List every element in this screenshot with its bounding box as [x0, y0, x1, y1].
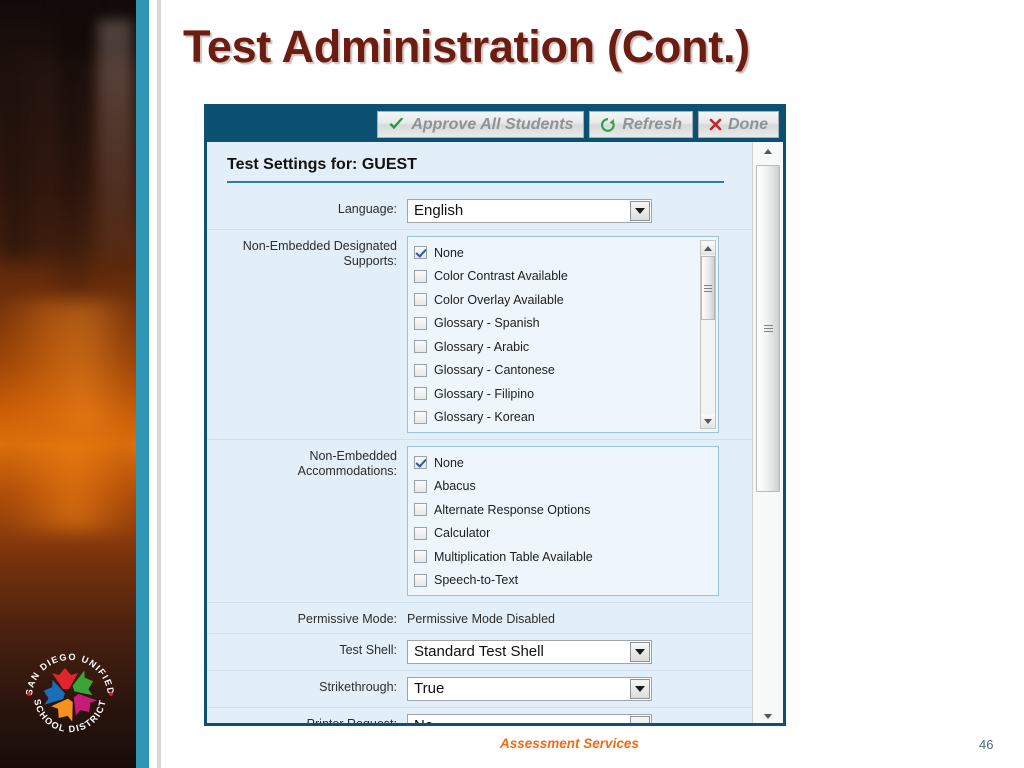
checkbox[interactable] [414, 363, 427, 377]
chevron-down-icon[interactable] [630, 642, 650, 662]
designated-supports-list[interactable]: None Color Contrast Available Color Over… [407, 236, 719, 433]
refresh-label: Refresh [622, 115, 682, 133]
designated-supports-scrollbar[interactable] [700, 240, 716, 429]
list-item[interactable]: Multiplication Table Available [414, 545, 718, 569]
page-number: 46 [979, 737, 994, 752]
list-item[interactable]: Color Overlay Available [414, 288, 696, 312]
settings-heading: Test Settings for: GUEST [227, 156, 724, 183]
settings-form: Test Settings for: GUEST Language: Engli… [207, 142, 752, 726]
scroll-down-arrow-icon[interactable] [701, 414, 715, 428]
close-x-icon [709, 118, 722, 131]
background-pale-column [98, 20, 132, 270]
strikethrough-select[interactable]: True [407, 677, 652, 701]
approve-all-students-button[interactable]: Approve All Students [377, 111, 585, 138]
refresh-icon [600, 117, 616, 133]
chevron-down-icon[interactable] [630, 201, 650, 221]
white-gap-stripe [149, 0, 157, 768]
chevron-down-icon[interactable] [630, 716, 650, 723]
checkbox[interactable] [414, 410, 427, 424]
done-label: Done [728, 115, 768, 133]
page-title: Test Administration (Cont.) [183, 21, 750, 72]
checkbox[interactable] [414, 340, 427, 354]
list-item[interactable]: Glossary - Filipino [414, 382, 696, 406]
checkbox[interactable] [414, 550, 427, 564]
list-item[interactable]: Glossary - Cantonese [414, 359, 696, 383]
slide: SAN DIEGO UNIFIED SCHOOL DISTRICT Test A… [0, 0, 1024, 768]
test-settings-window: Approve All Students Refresh Done Test S… [204, 104, 786, 726]
window-body: Test Settings for: GUEST Language: Engli… [207, 142, 783, 726]
printer-request-label: Printer Request: [306, 717, 397, 726]
background-dark-column [58, 0, 90, 330]
scroll-up-arrow-icon[interactable] [701, 241, 715, 255]
approve-all-students-label: Approve All Students [411, 115, 574, 133]
footer-brand: Assessment Services [500, 736, 639, 751]
strikethrough-value: True [414, 680, 445, 697]
row-permissive-mode: Permissive Mode: Permissive Mode Disable… [207, 603, 752, 634]
list-item[interactable]: None [414, 241, 696, 265]
chevron-down-icon[interactable] [630, 679, 650, 699]
checkbox[interactable] [414, 526, 427, 540]
row-printer-request: Printer Request: No [207, 708, 752, 726]
strikethrough-label: Strikethrough: [319, 680, 397, 694]
teal-accent-stripe [136, 0, 149, 768]
checkbox[interactable] [414, 503, 427, 517]
window-scrollbar[interactable] [752, 142, 783, 723]
test-shell-select[interactable]: Standard Test Shell [407, 640, 652, 664]
list-item[interactable]: Speech-to-Text [414, 569, 718, 593]
language-value: English [414, 202, 464, 219]
done-button[interactable]: Done [698, 111, 779, 138]
scrollbar-thumb[interactable] [701, 256, 715, 320]
checkbox[interactable] [414, 316, 427, 330]
permissive-mode-value: Permissive Mode Disabled [407, 612, 555, 626]
checkbox[interactable] [414, 269, 427, 283]
printer-request-value: No [414, 717, 434, 726]
printer-request-select[interactable]: No [407, 714, 652, 726]
checkbox[interactable] [414, 573, 427, 587]
list-item[interactable]: None [414, 451, 718, 475]
check-icon [388, 117, 405, 132]
checkbox[interactable] [414, 479, 427, 493]
grip-icon [763, 323, 773, 334]
background-streak-middle [0, 300, 136, 430]
checkbox[interactable] [414, 456, 427, 470]
row-test-shell: Test Shell: Standard Test Shell [207, 634, 752, 671]
checkbox[interactable] [414, 293, 427, 307]
scroll-up-arrow-icon[interactable] [753, 142, 783, 161]
gray-edge-stripe [157, 0, 161, 768]
permissive-mode-label: Permissive Mode: [297, 612, 397, 626]
list-item[interactable]: Alternate Response Options [414, 498, 718, 522]
list-item[interactable]: Glossary - Spanish [414, 312, 696, 336]
list-item[interactable]: Abacus [414, 475, 718, 499]
decorative-background-band: SAN DIEGO UNIFIED SCHOOL DISTRICT [0, 0, 136, 768]
row-designated-supports: Non-Embedded Designated Supports: None C… [207, 230, 752, 440]
list-item[interactable]: Glossary - Korean [414, 406, 696, 430]
accommodations-list[interactable]: None Abacus Alternate Response Options C… [407, 446, 719, 596]
designated-supports-label: Non-Embedded Designated Supports: [242, 239, 397, 268]
test-shell-label: Test Shell: [339, 643, 397, 657]
language-label: Language: [337, 202, 397, 216]
accommodations-label: Non-Embedded Accommodations: [297, 449, 397, 478]
san-diego-unified-school-district-logo: SAN DIEGO UNIFIED SCHOOL DISTRICT [24, 652, 115, 734]
window-toolbar: Approve All Students Refresh Done [207, 107, 783, 142]
language-select[interactable]: English [407, 199, 652, 223]
checkbox[interactable] [414, 246, 427, 260]
list-item[interactable]: Color Contrast Available [414, 265, 696, 289]
scroll-down-arrow-icon[interactable] [753, 707, 783, 723]
list-item[interactable]: Glossary - Arabic [414, 335, 696, 359]
row-language: Language: English [207, 193, 752, 230]
checkbox[interactable] [414, 387, 427, 401]
grip-icon [704, 283, 712, 294]
test-shell-value: Standard Test Shell [414, 643, 544, 660]
row-strikethrough: Strikethrough: True [207, 671, 752, 708]
scrollbar-thumb[interactable] [756, 165, 780, 492]
list-item[interactable]: Calculator [414, 522, 718, 546]
background-streak-lower [0, 440, 136, 530]
row-accommodations: Non-Embedded Accommodations: None Abacus [207, 440, 752, 603]
refresh-button[interactable]: Refresh [589, 111, 693, 138]
